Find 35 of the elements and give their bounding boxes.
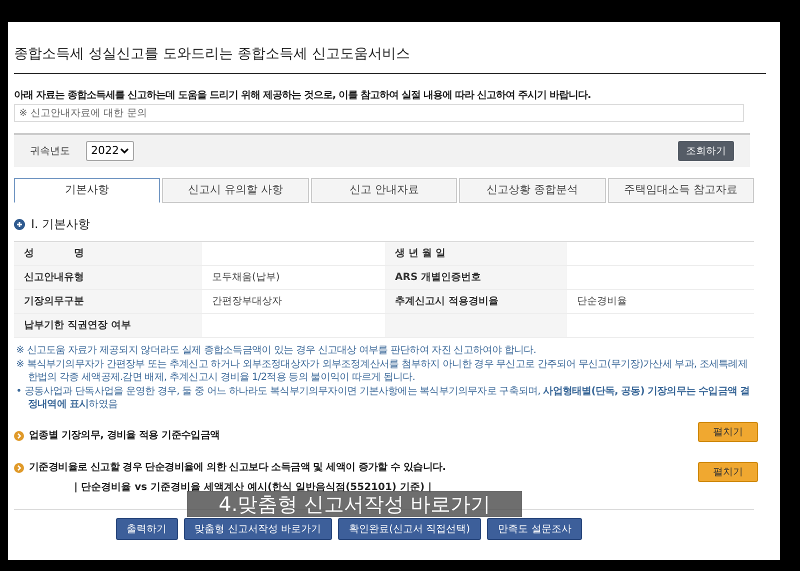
table-cell: 납부기한 직권연장 여부 xyxy=(14,314,202,337)
expand-button[interactable]: 펼치기 xyxy=(698,422,758,442)
tab[interactable]: 신고시 유의할 사항 xyxy=(162,178,309,203)
table-cell: ARS 개별인증번호 xyxy=(385,266,567,289)
action-button[interactable]: 만족도 설문조사 xyxy=(487,518,582,540)
arrow-circle-icon xyxy=(14,430,24,440)
expander-title: 기준경비율로 신고할 경우 단순경비율에 의한 신고보다 소득금액 및 세액이 증가할 수 있습니다. xyxy=(29,461,446,475)
note-text: • 공동사업과 단독사업을 운영한 경우, 둘 중 어느 하나라도 복식부기의무자이면 기본사항에는 복식부기의무자로 구축되며, 사업형태별(단독, 공동) 기장의무는 수입금액 결정내역에 표시하였음 xyxy=(15,385,751,411)
tab[interactable]: 기본사항 xyxy=(14,178,160,203)
tab[interactable]: 신고상황 종합분석 xyxy=(459,178,606,203)
search-button[interactable]: 조회하기 xyxy=(678,141,734,161)
year-label: 귀속년도 xyxy=(30,144,71,158)
inquiry-text: ※ 신고안내자료에 대한 문의 xyxy=(19,106,147,120)
arrow-circle-icon xyxy=(14,462,24,472)
bullet-icon xyxy=(14,218,25,230)
tab[interactable]: 신고 안내자료 xyxy=(310,178,458,203)
expand-button[interactable]: 펼치기 xyxy=(698,462,758,482)
video-caption: 4.맞춤형 신고서작성 바로가기 xyxy=(187,491,522,517)
expander-title: 업종별 기장의무, 경비율 적용 기준수입금액 xyxy=(29,429,220,443)
table-cell: 신고안내유형 xyxy=(14,266,202,289)
action-button[interactable]: 맞춤형 신고서작성 바로가기 xyxy=(184,518,332,540)
action-button[interactable]: 확인완료(신고서 직접선택) xyxy=(338,518,482,540)
section-heading: Ⅰ. 기본사항 xyxy=(31,216,90,233)
page-title: 종합소득세 성실신고를 도와드리는 종합소득세 신고도움서비스 xyxy=(14,44,766,74)
table-cell: 기장의무구분 xyxy=(14,290,202,313)
tab[interactable]: 주택임대소득 참고자료 xyxy=(608,178,754,203)
year-select[interactable]: 2022 xyxy=(86,141,134,161)
action-button[interactable]: 출력하기 xyxy=(116,518,178,540)
note-text: ※ 복식부기의무자가 간편장부 또는 추계신고 하거나 외부조정대상자가 외부조정계산서를 첨부하지 아니한 경우 무신고로 간주되어 무신고(무기장)가산세 부과, 조세특례제한법의 각종 세액공제.감면 배제, 추계신고시 경비율 1/2적용 등의 불이익이 따르게 됩니다. xyxy=(15,358,748,384)
table-cell: 생 년 월 일 xyxy=(385,242,567,265)
note-text: ※ 신고도움 자료가 제공되지 않더라도 실제 종합소득금액이 있는 경우 신고대상 여부를 판단하여 자진 신고하여야 합니다. xyxy=(15,344,538,357)
chevron-icon xyxy=(120,148,129,154)
table-cell: 성 명 xyxy=(14,242,202,265)
notice-text: 아래 자료는 종합소득세를 신고하는데 도움을 드리기 위해 제공하는 것으로, 이를 참고하여 실절 내용에 따라 신고하여 주시기 바랍니다. xyxy=(14,89,592,103)
table-cell: 추계신고시 적용경비율 xyxy=(385,290,567,313)
